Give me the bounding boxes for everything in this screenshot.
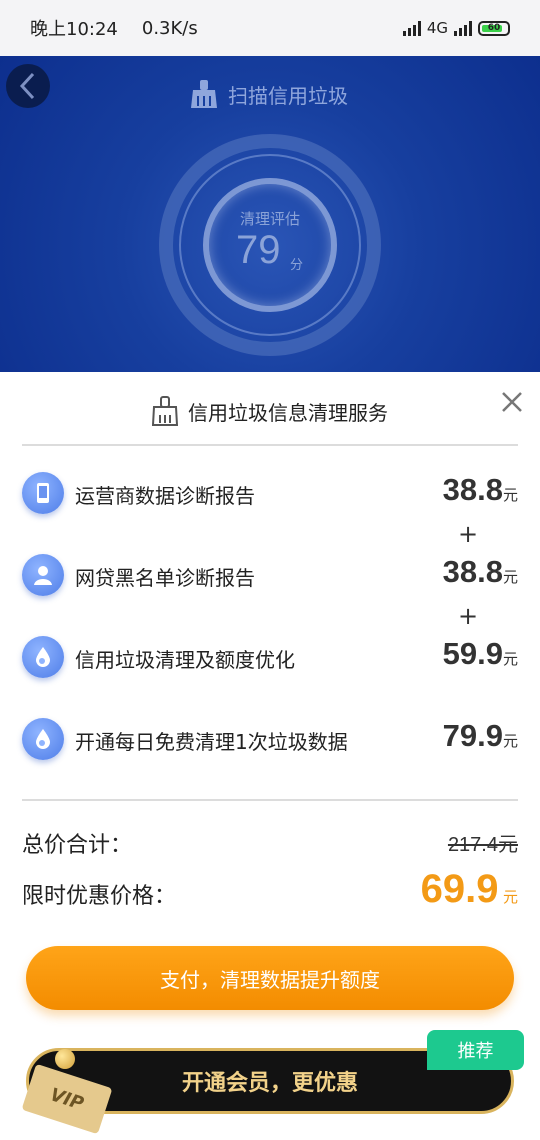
- network-type: 4G: [426, 19, 448, 37]
- close-icon: [502, 392, 522, 412]
- pay-button[interactable]: 支付，清理数据提升额度: [26, 946, 514, 1010]
- signal-icon: [402, 20, 421, 36]
- vip-card-icon: VIP: [21, 1063, 113, 1135]
- signal-icon-2: [454, 20, 472, 36]
- item-name: 网贷黑名单诊断报告: [75, 566, 255, 590]
- battery-icon: 60: [478, 20, 510, 36]
- plus-sign: +: [458, 602, 479, 630]
- panel-title-text: 信用垃圾信息清理服务: [188, 400, 388, 425]
- broom-icon: [152, 396, 178, 426]
- scan-header: 扫描信用垃圾 清理评估 79 分: [0, 56, 540, 372]
- item-price: 79.9元: [442, 718, 518, 753]
- status-indicators: 4G 60: [402, 19, 510, 37]
- recommend-badge: 推荐: [427, 1030, 524, 1070]
- vip-badge-text: VIP: [47, 1083, 87, 1115]
- item-name: 运营商数据诊断报告: [75, 484, 255, 508]
- list-item: 运营商数据诊断报告 38.8元: [22, 470, 518, 518]
- promo-label: 限时优惠价格：: [22, 884, 177, 909]
- panel-title: 信用垃圾信息清理服务: [0, 395, 540, 427]
- score-label: 清理评估: [239, 210, 300, 228]
- status-bar: 晚上10:24 0.3K/s 4G 60: [0, 0, 540, 56]
- list-item: 开通每日免费清理1次垃圾数据 79.9元: [22, 716, 518, 764]
- item-name: 信用垃圾清理及额度优化: [75, 648, 295, 672]
- item-name: 开通每日免费清理1次垃圾数据: [75, 730, 348, 754]
- divider: [22, 444, 518, 446]
- promo-price: 69.9 元: [421, 867, 518, 912]
- divider: [22, 799, 518, 801]
- item-price: 38.8元: [442, 554, 518, 589]
- promo-price-unit: 元: [502, 889, 518, 906]
- coin-icon: [55, 1049, 75, 1069]
- total-original-price: 217.4元: [447, 834, 518, 856]
- item-price: 59.9元: [442, 636, 518, 671]
- drop-icon: [22, 718, 64, 760]
- close-button[interactable]: [500, 390, 524, 414]
- back-button[interactable]: [6, 64, 50, 108]
- vip-label: 开通会员，更优惠: [181, 1071, 358, 1096]
- total-label: 总价合计：: [22, 833, 133, 858]
- score-unit: 分: [290, 258, 304, 273]
- score-value: 79: [236, 228, 281, 272]
- promo-price-value: 69.9: [420, 867, 499, 911]
- chevron-left-icon: [19, 72, 35, 100]
- status-speed: 0.3K/s: [141, 17, 198, 39]
- phone-icon: [22, 472, 64, 514]
- status-time: 晚上10:24: [30, 19, 118, 40]
- item-price: 38.8元: [442, 472, 518, 507]
- drop-icon: [22, 636, 64, 678]
- scan-title: 扫描信用垃圾: [190, 78, 348, 110]
- broom-icon: [191, 80, 217, 108]
- user-icon: [22, 554, 64, 596]
- list-item: 信用垃圾清理及额度优化 59.9元: [22, 634, 518, 682]
- plus-sign: +: [458, 520, 479, 548]
- list-item: 网贷黑名单诊断报告 38.8元: [22, 552, 518, 600]
- scan-title-text: 扫描信用垃圾: [228, 83, 348, 108]
- battery-level: 60: [487, 23, 501, 33]
